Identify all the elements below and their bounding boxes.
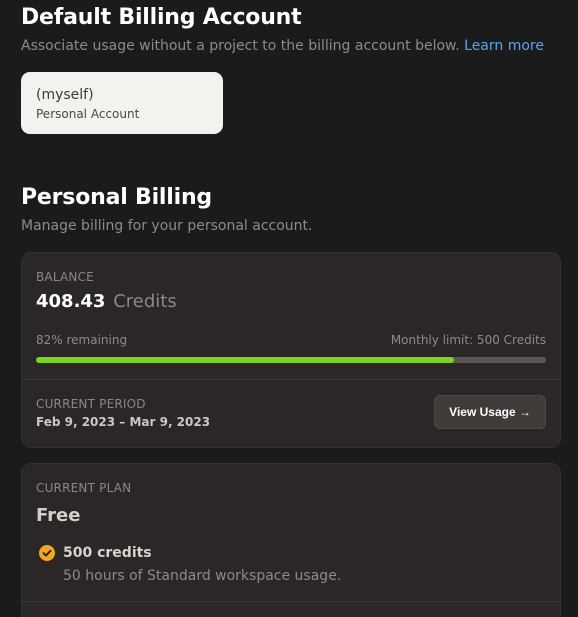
- current-plan-summary: CURRENT PLAN Free: [36, 480, 546, 528]
- balance-progress-meta: 82% remaining Monthly limit: 500 Credits: [36, 332, 546, 348]
- current-plan-name: Free: [36, 505, 81, 526]
- plan-divider: [22, 601, 560, 602]
- default-billing-title: Default Billing Account: [21, 5, 302, 30]
- default-billing-description-text: Associate usage without a project to the…: [21, 38, 460, 54]
- balance-divider: [22, 379, 560, 380]
- balance-summary: BALANCE 408.43 Credits: [36, 269, 546, 314]
- check-circle-icon: [39, 545, 55, 561]
- default-billing-account-card[interactable]: (myself) Personal Account: [21, 72, 223, 134]
- personal-billing-description: Manage billing for your personal account…: [21, 218, 313, 234]
- account-name: (myself): [36, 87, 94, 103]
- credit-progress-bar: [36, 357, 546, 363]
- plan-feature-title: 500 credits: [63, 545, 152, 561]
- monthly-limit-text: Monthly limit: 500 Credits: [390, 333, 546, 347]
- plan-feature-description: 50 hours of Standard workspace usage.: [63, 568, 342, 584]
- balance-label: BALANCE: [36, 270, 94, 284]
- remaining-text: 82% remaining: [36, 333, 128, 347]
- current-plan-card: CURRENT PLAN Free 500 credits 50 hours o…: [21, 463, 561, 617]
- plan-feature-row: 500 credits: [39, 544, 546, 562]
- learn-more-link[interactable]: Learn more: [464, 38, 544, 54]
- current-period-block: CURRENT PERIOD Feb 9, 2023 – Mar 9, 2023: [36, 396, 210, 430]
- personal-billing-title: Personal Billing: [21, 185, 212, 210]
- balance-unit: Credits: [113, 291, 177, 312]
- balance-value-row: 408.43 Credits: [36, 290, 546, 314]
- balance-amount: 408.43: [36, 291, 106, 312]
- current-period-value: Feb 9, 2023 – Mar 9, 2023: [36, 415, 211, 429]
- current-plan-label: CURRENT PLAN: [36, 481, 132, 495]
- credit-progress-fill: [36, 357, 455, 363]
- view-usage-button[interactable]: View Usage →: [434, 395, 546, 429]
- plan-feature: 500 credits 50 hours of Standard workspa…: [39, 544, 546, 585]
- balance-card: BALANCE 408.43 Credits 82% remaining Mon…: [21, 252, 561, 448]
- default-billing-description: Associate usage without a project to the…: [21, 37, 544, 55]
- account-type: Personal Account: [36, 107, 140, 121]
- billing-page: Default Billing Account Associate usage …: [0, 0, 578, 617]
- current-period-label: CURRENT PERIOD: [36, 397, 146, 411]
